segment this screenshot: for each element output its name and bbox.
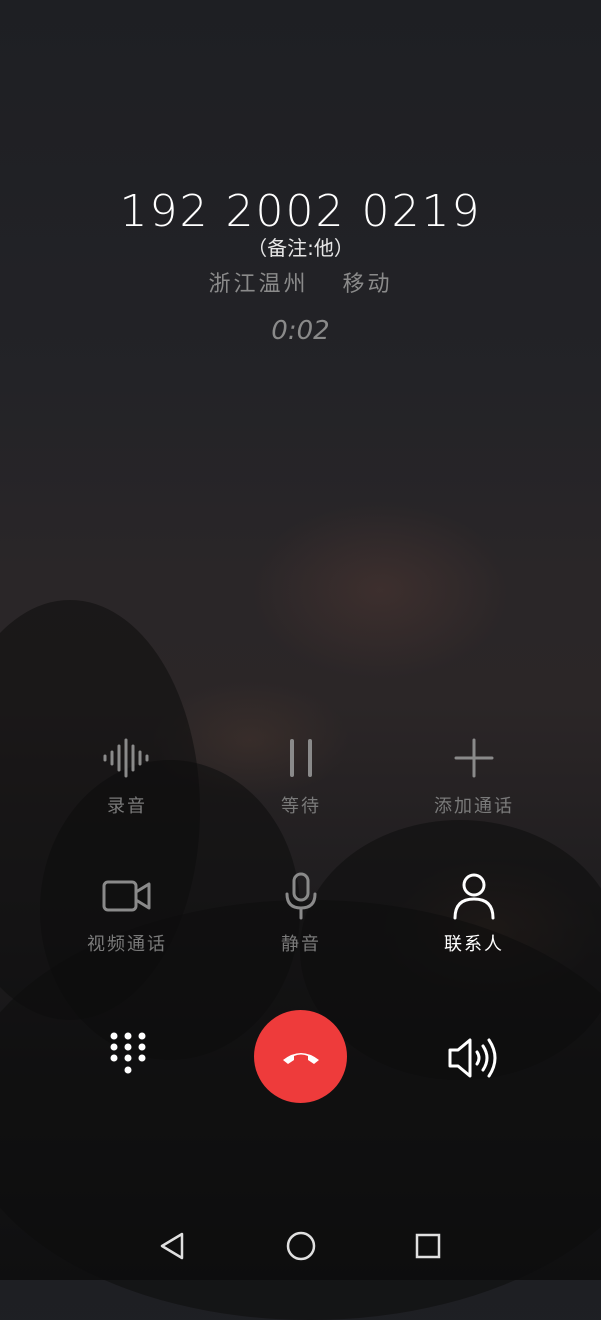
location-carrier: 移动 (342, 272, 393, 297)
video-camera-icon (102, 880, 151, 912)
mute-button[interactable]: 静音 (226, 872, 376, 956)
nav-home-button[interactable] (281, 1226, 321, 1266)
call-duration: 0:02 (271, 316, 330, 346)
person-icon (453, 873, 495, 920)
plus-icon (454, 738, 494, 778)
number-location: 浙江温州 移动 (0, 266, 601, 298)
hangup-button[interactable] (254, 1010, 347, 1103)
nav-recents-button[interactable] (408, 1226, 448, 1266)
dialpad-button[interactable] (106, 1032, 150, 1080)
record-button[interactable]: 录音 (52, 734, 202, 818)
recents-square-icon (415, 1233, 441, 1259)
add-call-label: 添加通话 (434, 796, 514, 817)
mute-label: 静音 (281, 934, 321, 955)
location-region: 浙江温州 (208, 272, 309, 297)
pause-icon (290, 739, 312, 777)
hold-label: 等待 (281, 796, 321, 817)
hangup-phone-icon (282, 1052, 319, 1064)
back-triangle-icon (160, 1232, 184, 1260)
nav-back-button[interactable] (152, 1226, 192, 1266)
speaker-icon (448, 1038, 497, 1078)
home-circle-icon (286, 1231, 316, 1261)
video-call-button[interactable]: 视频通话 (52, 872, 202, 956)
hold-button[interactable]: 等待 (226, 734, 376, 818)
waveform-icon (103, 738, 149, 778)
phone-number: 192 2002 0219 (119, 186, 482, 237)
contacts-label: 联系人 (444, 934, 504, 955)
speaker-button[interactable] (446, 1036, 502, 1080)
contacts-button[interactable]: 联系人 (399, 872, 549, 956)
add-call-button[interactable]: 添加通话 (399, 734, 549, 818)
contact-remark: （备注:他） (247, 236, 354, 260)
record-label: 录音 (107, 796, 147, 817)
microphone-icon (285, 872, 317, 920)
dialpad-icon (110, 1032, 146, 1074)
video-call-label: 视频通话 (87, 934, 167, 955)
